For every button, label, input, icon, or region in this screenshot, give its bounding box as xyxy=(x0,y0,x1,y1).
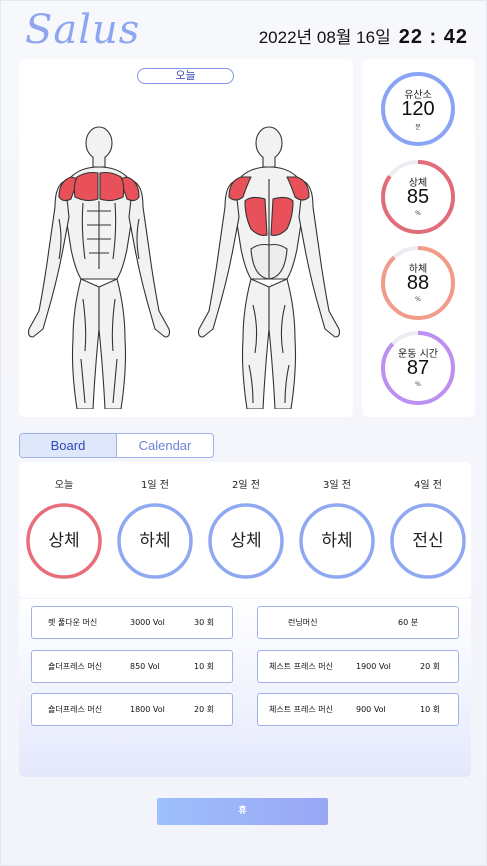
day-body-part: 상체 xyxy=(48,531,80,551)
day-label: 1일 전 xyxy=(141,480,169,491)
back-body-figure xyxy=(197,126,341,409)
day-label: 오늘 xyxy=(54,480,74,491)
day-ring: 상체 xyxy=(25,502,103,580)
exercise-count: 10 회 xyxy=(420,705,441,714)
stats-card: 유산소 120 분 상체 85% 하체 88% 운동 시간 87% xyxy=(362,59,475,417)
stat-value: 120 xyxy=(401,98,435,120)
stat-unit: % xyxy=(415,296,421,303)
tab-board[interactable]: Board xyxy=(20,434,117,457)
stat-ring: 운동 시간 87% xyxy=(379,329,457,407)
rest-button[interactable]: 휴 xyxy=(157,798,328,825)
exercise-name: 런닝머신 xyxy=(288,618,318,627)
exercise-volume: 1900 Vol xyxy=(356,662,391,671)
exercise-count: 20 회 xyxy=(194,705,215,714)
muscle-map-card: 오늘 xyxy=(19,59,353,417)
day-selector-pill[interactable]: 오늘 xyxy=(137,68,234,84)
day-label: 3일 전 xyxy=(323,480,351,491)
day-body-part: 하체 xyxy=(139,531,171,551)
exercise-name: 체스트 프레스 머신 xyxy=(269,662,333,671)
day-ring: 상체 xyxy=(207,502,285,580)
stat-unit: % xyxy=(415,381,421,388)
day-ring: 하체 xyxy=(116,502,194,580)
exercise-records: 렛 풀다운 머신 3000 Vol 30 회 런닝머신 60 분숄더프레스 머신 850 … xyxy=(19,599,471,777)
exercise-volume: 3000 Vol xyxy=(130,618,165,627)
day-label: 4일 전 xyxy=(414,480,442,491)
current-date: 2022년 08월 16일 xyxy=(258,28,391,47)
view-tabs: Board Calendar xyxy=(19,433,214,458)
day-body-part: 상체 xyxy=(230,531,262,551)
exercise-volume: 850 Vol xyxy=(130,662,160,671)
day-body-part: 전신 xyxy=(412,531,444,551)
front-body-figure xyxy=(27,126,171,409)
muscle-map-figure xyxy=(27,126,341,409)
app-frame: Salus 2022년 08월 16일 22 : 42 오늘 유산소 120 분… xyxy=(0,0,487,866)
current-time: 22 : 42 xyxy=(398,26,468,48)
exercise-name: 숄더프레스 머신 xyxy=(48,662,103,671)
day-label: 2일 전 xyxy=(232,480,260,491)
exercise-record-row[interactable]: 숄더프레스 머신 1800 Vol 20 회 xyxy=(31,693,233,726)
exercise-count: 60 분 xyxy=(398,618,419,627)
exercise-name: 렛 풀다운 머신 xyxy=(48,618,98,627)
exercise-record-row[interactable]: 숄더프레스 머신 850 Vol 10 회 xyxy=(31,650,233,683)
exercise-count: 20 회 xyxy=(420,662,441,671)
exercise-name: 체스트 프레스 머신 xyxy=(269,705,333,714)
stat-value: 87 xyxy=(406,357,430,379)
stat-unit: 분 xyxy=(415,124,421,131)
stat-ring: 유산소 120 분 xyxy=(379,70,457,148)
tab-calendar[interactable]: Calendar xyxy=(117,434,213,457)
datetime: 2022년 08월 16일 22 : 42 xyxy=(259,23,468,49)
day-body-part: 하체 xyxy=(321,531,353,551)
stat-unit: % xyxy=(415,210,421,217)
workout-board: 오늘상체 1일 전하체 2일 전상체 3일 전하체 4일 전전신 xyxy=(19,462,471,598)
exercise-record-row[interactable]: 체스트 프레스 머신 1900 Vol 20 회 xyxy=(257,650,459,683)
exercise-name: 숄더프레스 머신 xyxy=(48,705,103,714)
stat-value: 85 xyxy=(406,186,430,208)
exercise-record-row[interactable]: 렛 풀다운 머신 3000 Vol 30 회 xyxy=(31,606,233,639)
stat-ring: 상체 85% xyxy=(379,158,457,236)
exercise-count: 30 회 xyxy=(194,618,215,627)
stat-value: 88 xyxy=(406,272,430,294)
day-ring: 하체 xyxy=(298,502,376,580)
exercise-record-row[interactable]: 런닝머신 60 분 xyxy=(257,606,459,639)
stat-ring: 하체 88% xyxy=(379,244,457,322)
exercise-volume: 900 Vol xyxy=(356,705,386,714)
exercise-record-row[interactable]: 체스트 프레스 머신 900 Vol 10 회 xyxy=(257,693,459,726)
exercise-count: 10 회 xyxy=(194,662,215,671)
exercise-volume: 1800 Vol xyxy=(130,705,165,714)
app-logo: Salus xyxy=(25,7,141,53)
day-ring: 전신 xyxy=(389,502,467,580)
